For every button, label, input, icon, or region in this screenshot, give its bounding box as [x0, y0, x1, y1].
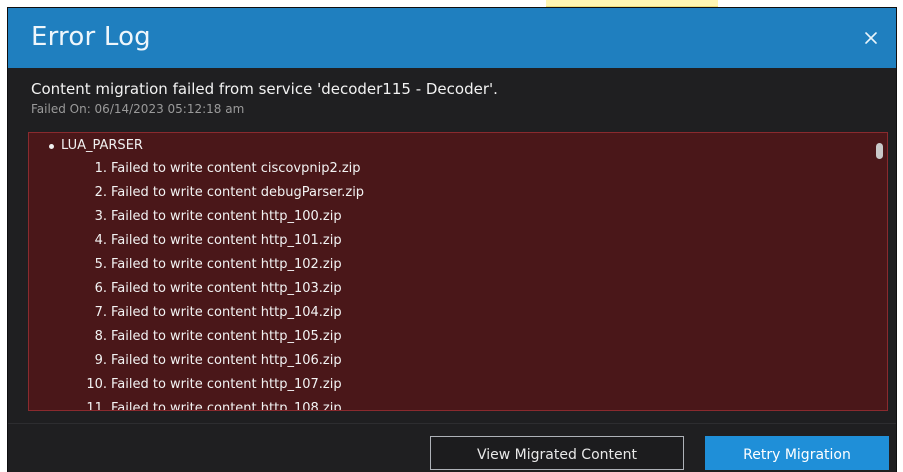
list-item: 1. Failed to write content ciscovpnip2.z… — [29, 160, 849, 184]
migration-failure-message: Content migration failed from service 'd… — [31, 80, 498, 98]
view-migrated-content-button[interactable]: View Migrated Content — [430, 436, 684, 470]
list-item-text: Failed to write content http_106.zip — [111, 353, 342, 368]
list-item-number: 6. — [94, 281, 107, 296]
list-item: 5. Failed to write content http_102.zip — [29, 256, 849, 280]
list-item-text: Failed to write content http_107.zip — [111, 377, 342, 392]
list-item-text: Failed to write content http_104.zip — [111, 305, 342, 320]
list-item-number: 8. — [94, 329, 107, 344]
list-item-number: 7. — [94, 305, 107, 320]
list-item-text: Failed to write content ciscovpnip2.zip — [111, 161, 361, 176]
list-item-number: 1. — [94, 161, 107, 176]
close-icon[interactable] — [862, 29, 880, 47]
dialog-title: Error Log — [31, 22, 151, 52]
list-item: 2. Failed to write content debugParser.z… — [29, 184, 849, 208]
list-item-text: Failed to write content http_105.zip — [111, 329, 342, 344]
error-log-panel[interactable]: LUA_PARSER 1. Failed to write content ci… — [28, 132, 888, 411]
screen: Error Log Content migration failed from … — [0, 0, 903, 472]
failed-on-timestamp: Failed On: 06/14/2023 05:12:18 am — [31, 102, 245, 116]
scrollbar-thumb[interactable] — [876, 143, 883, 159]
list-item: 11. Failed to write content http_108.zip — [29, 400, 849, 410]
retry-migration-button[interactable]: Retry Migration — [705, 436, 889, 470]
list-item-text: Failed to write content http_108.zip — [111, 401, 342, 410]
list-item: 3. Failed to write content http_100.zip — [29, 208, 849, 232]
list-item-number: 2. — [94, 185, 107, 200]
list-item: 10. Failed to write content http_107.zip — [29, 376, 849, 400]
top-highlight — [546, 0, 718, 7]
list-item-text: Failed to write content http_101.zip — [111, 233, 342, 248]
close-icon-svg — [865, 32, 877, 44]
error-log-content: LUA_PARSER 1. Failed to write content ci… — [29, 133, 875, 410]
list-item: 6. Failed to write content http_103.zip — [29, 280, 849, 304]
footer-divider — [8, 423, 896, 424]
list-item-number: 10. — [86, 377, 107, 392]
bullet-icon — [49, 144, 54, 149]
dialog-header: Error Log — [8, 8, 896, 68]
list-item-text: Failed to write content debugParser.zip — [111, 185, 365, 200]
list-item-number: 11. — [86, 401, 107, 410]
section-label: LUA_PARSER — [61, 138, 143, 153]
list-item-number: 3. — [94, 209, 107, 224]
list-item-number: 4. — [94, 233, 107, 248]
list-item-text: Failed to write content http_102.zip — [111, 257, 342, 272]
error-list: 1. Failed to write content ciscovpnip2.z… — [29, 160, 849, 410]
list-item: 7. Failed to write content http_104.zip — [29, 304, 849, 328]
list-item-number: 9. — [94, 353, 107, 368]
list-item: 4. Failed to write content http_101.zip — [29, 232, 849, 256]
scrollbar-track[interactable] — [876, 139, 883, 406]
list-item-text: Failed to write content http_103.zip — [111, 281, 342, 296]
list-item-text: Failed to write content http_100.zip — [111, 209, 342, 224]
list-item: 9. Failed to write content http_106.zip — [29, 352, 849, 376]
list-item: 8. Failed to write content http_105.zip — [29, 328, 849, 352]
list-item-number: 5. — [94, 257, 107, 272]
error-log-dialog: Error Log Content migration failed from … — [8, 8, 896, 472]
